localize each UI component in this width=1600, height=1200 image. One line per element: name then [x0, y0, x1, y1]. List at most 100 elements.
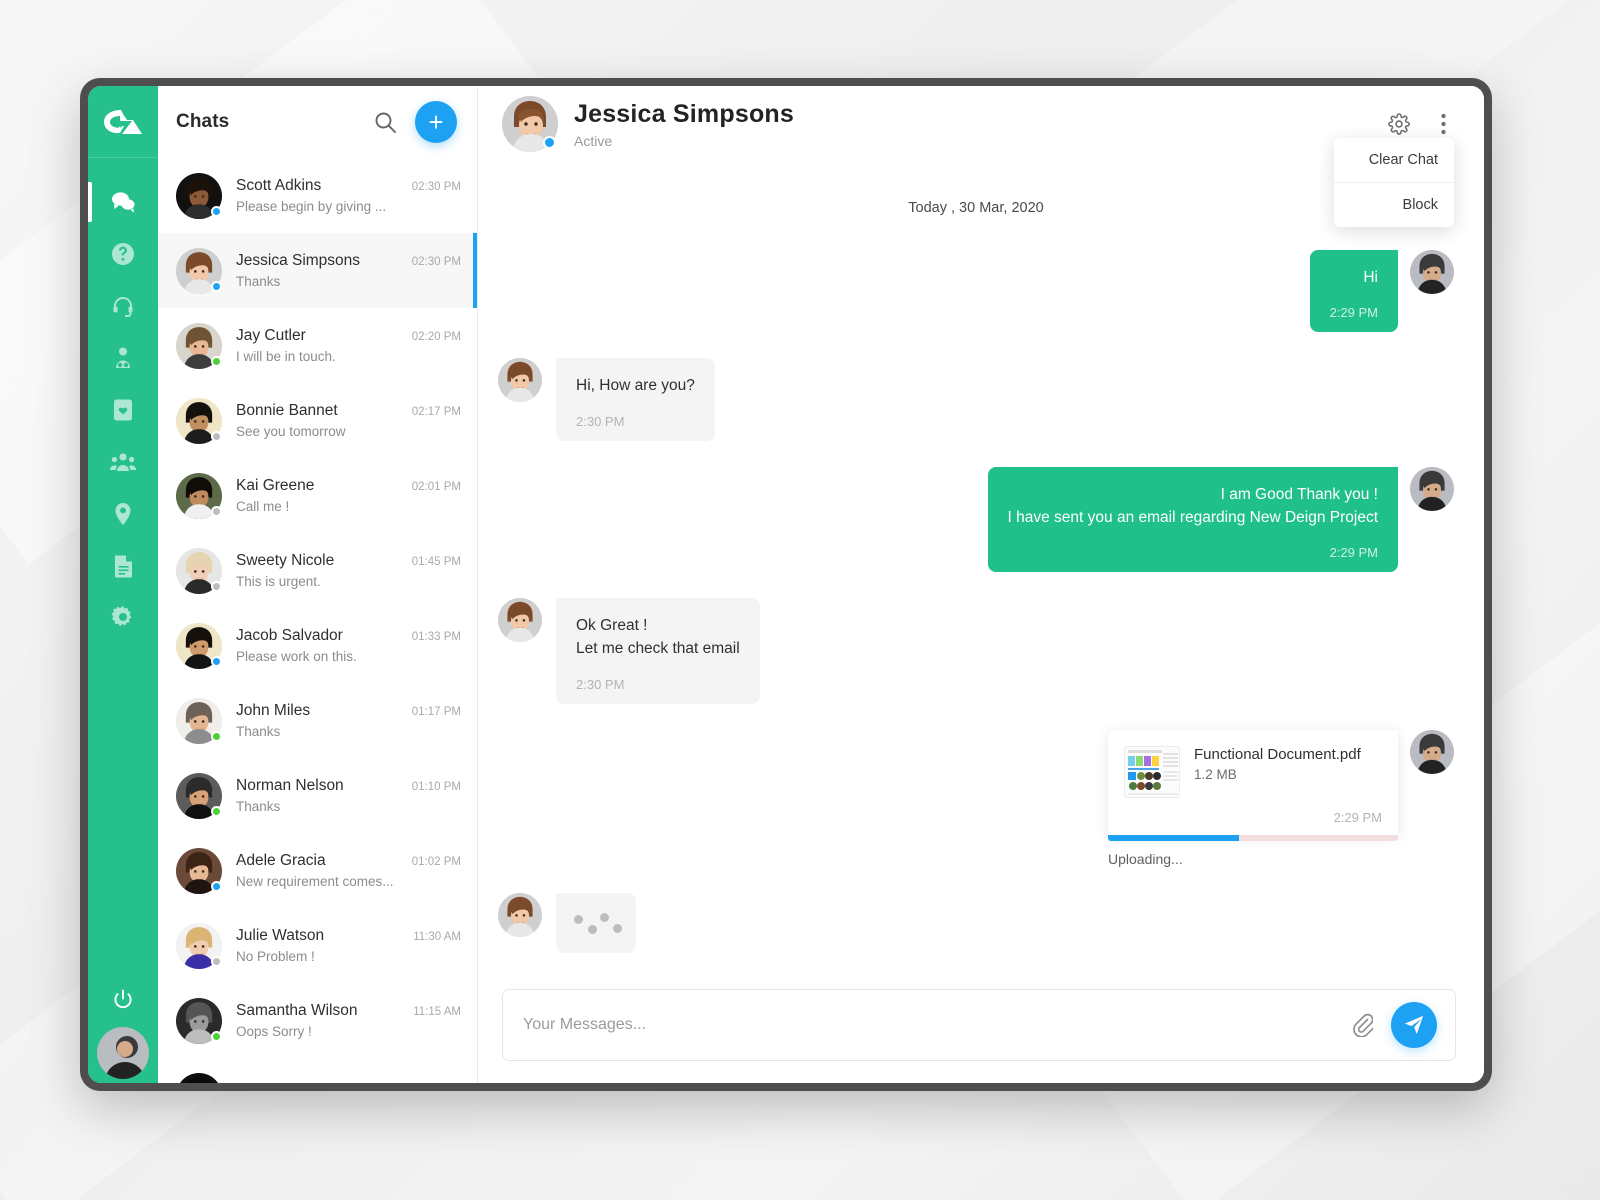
message-row: I am Good Thank you ! I have sent you an … [498, 466, 1454, 572]
chat-list-item[interactable]: Sweety Nicole 01:45 PM This is urgent. [158, 533, 477, 608]
chat-item-name: Scott Adkins [236, 177, 322, 194]
document-icon [114, 555, 132, 578]
chat-list-item[interactable]: John Miles 01:17 PM Thanks [158, 683, 477, 758]
message-input[interactable] [523, 1016, 1345, 1034]
message-row: Hi 2:29 PM [498, 250, 1454, 333]
rail-item-chats[interactable] [88, 176, 158, 228]
paperclip-icon [1353, 1013, 1373, 1037]
chat-item-time: 02:17 PM [411, 406, 461, 418]
send-button[interactable] [1391, 1002, 1437, 1048]
rail-item-locations[interactable] [88, 488, 158, 540]
message-list: Today , 30 Mar, 2020 Hi 2:29 PM Hi, How ar… [478, 162, 1484, 989]
rail-item-groups[interactable] [88, 436, 158, 488]
attach-button[interactable] [1345, 1008, 1379, 1042]
chat-list-item[interactable]: Jacob Salvador 01:33 PM Please work on thi… [158, 608, 477, 683]
chat-item-preview: I will be in touch. [236, 349, 336, 364]
more-options-button[interactable] [1428, 109, 1458, 139]
chat-item-time: 01:33 PM [411, 631, 461, 643]
file-message[interactable]: Functional Document.pdf 1.2 MB 2:29 PM Uplo… [1108, 729, 1398, 867]
message-avatar [1410, 466, 1454, 511]
chat-list-item[interactable]: Jessica Simpsons 02:30 PM Thanks [158, 233, 477, 308]
chat-list-scroll[interactable]: Scott Adkins 02:30 PM Please begin by givi… [158, 158, 477, 1083]
chat-item-time: 02:20 PM [411, 331, 461, 343]
message-text: Hi, How are you? [576, 377, 695, 395]
message-avatar [1410, 729, 1454, 774]
chat-list-item[interactable]: Julie Watson 11:30 AM No Problem ! [158, 908, 477, 983]
chat-item-name: Norman Nelson [236, 777, 344, 794]
contact-avatar [502, 96, 558, 152]
settings-button[interactable] [1384, 109, 1414, 139]
rail-item-health-records[interactable] [88, 384, 158, 436]
status-dot [543, 136, 556, 149]
chat-item-text: Kai Greene 02:01 PM Call me ! [236, 477, 461, 514]
current-user-avatar[interactable] [97, 1027, 149, 1079]
rail-item-documents[interactable] [88, 540, 158, 592]
ga-logo-icon [104, 109, 142, 134]
page-title: Chats [176, 111, 230, 132]
chat-item-preview: New requirement comes... [236, 874, 394, 889]
message-bubble[interactable]: Ok Great ! Let me check that email 2:30 PM [556, 598, 760, 704]
status-dot [211, 430, 222, 442]
chat-item-text: Jessica Simpsons 02:30 PM Thanks [236, 252, 461, 289]
chat-list-item[interactable]: John Smith08:30 AM [158, 1058, 477, 1083]
avatar [176, 1072, 222, 1083]
chat-item-name: Adele Gracia [236, 852, 326, 869]
headset-icon [113, 297, 133, 317]
search-button[interactable] [369, 106, 401, 138]
status-dot [211, 505, 222, 517]
contact-status: Active [574, 132, 613, 149]
chat-item-name: John Miles [236, 702, 311, 719]
chat-item-name: Julie Watson [236, 927, 325, 944]
chat-bubbles-icon [112, 192, 135, 213]
message-row: Hi, How are you? 2:30 PM [498, 358, 1454, 441]
chat-item-preview: Please work on this. [236, 649, 357, 664]
chat-list-item[interactable]: Scott Adkins 02:30 PM Please begin by givi… [158, 158, 477, 233]
contact-name: Jessica Simpsons [574, 99, 794, 128]
gear-icon [111, 606, 132, 626]
rail-item-settings[interactable] [88, 592, 158, 644]
chat-list-item[interactable]: Jay Cutler 02:20 PM I will be in touch. [158, 308, 477, 383]
chat-item-time: 01:10 PM [411, 781, 461, 793]
options-dropdown-menu[interactable]: Clear Chat Block [1334, 138, 1454, 227]
menu-item-block[interactable]: Block [1334, 182, 1454, 227]
chat-item-text: Sweety Nicole 01:45 PM This is urgent. [236, 552, 461, 589]
chat-list-item[interactable]: Samantha Wilson 11:15 AM Oops Sorry ! [158, 983, 477, 1058]
upload-progress-bar [1108, 834, 1398, 841]
chat-list-item[interactable]: Norman Nelson 01:10 PM Thanks [158, 758, 477, 833]
message-avatar [498, 892, 542, 937]
message-row [498, 892, 1454, 953]
chat-item-time: 11:30 AM [413, 931, 461, 943]
power-button[interactable] [112, 973, 134, 1027]
file-card[interactable]: Functional Document.pdf 1.2 MB 2:29 PM [1108, 729, 1398, 835]
message-text: I am Good Thank you ! [1220, 485, 1378, 503]
chat-list-item[interactable]: Bonnie Bannet 02:17 PM See you tomorrow [158, 383, 477, 458]
power-icon [114, 989, 132, 1009]
chat-item-preview: Oops Sorry ! [236, 1024, 312, 1039]
avatar [176, 547, 222, 594]
rail-item-support[interactable] [88, 280, 158, 332]
file-size: 1.2 MB [1194, 766, 1237, 782]
avatar [176, 472, 222, 519]
chat-list-item[interactable]: Adele Gracia 01:02 PM New requirement come… [158, 833, 477, 908]
avatar [176, 997, 222, 1044]
avatar [176, 697, 222, 744]
status-dot [211, 1030, 222, 1042]
rail-item-doctor[interactable] [88, 332, 158, 384]
rail-item-help[interactable] [88, 228, 158, 280]
icon-rail [88, 86, 158, 1083]
status-dot [211, 280, 222, 292]
chat-item-preview: Thanks [236, 799, 281, 814]
chat-item-text: Bonnie Bannet 02:17 PM See you tomorrow [236, 402, 461, 439]
chat-list-panel: Chats + Scott Adkins 02:30 PM Please begin… [158, 86, 478, 1083]
new-chat-button[interactable]: + [415, 101, 457, 143]
avatar [176, 397, 222, 444]
message-bubble[interactable]: Hi 2:29 PM [1309, 250, 1398, 333]
message-bubble[interactable]: I am Good Thank you ! I have sent you an … [987, 466, 1398, 572]
menu-item-clear-chat[interactable]: Clear Chat [1334, 138, 1454, 182]
composer-area [478, 989, 1484, 1083]
chat-list-item[interactable]: Kai Greene 02:01 PM Call me ! [158, 458, 477, 533]
chat-item-time: 01:45 PM [411, 556, 461, 568]
message-bubble[interactable]: Hi, How are you? 2:30 PM [556, 358, 715, 441]
chat-item-name: Bonnie Bannet [236, 402, 338, 419]
people-group-icon [110, 453, 136, 471]
